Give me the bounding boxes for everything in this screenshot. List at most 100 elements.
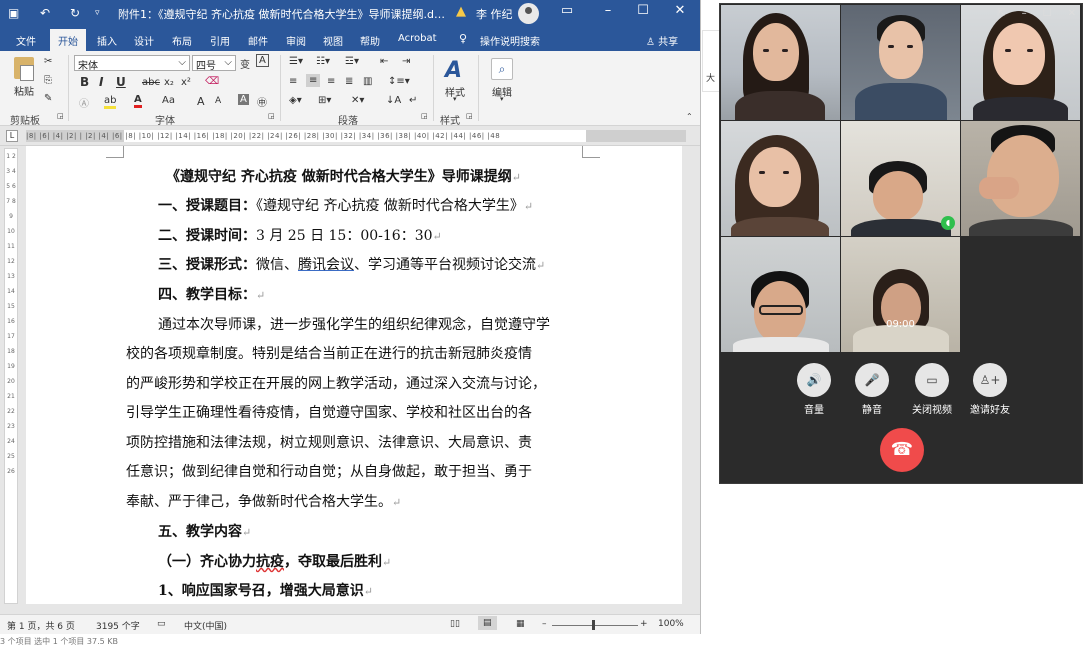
tab-design[interactable]: 设计 [134, 33, 154, 48]
doc-paragraph-line[interactable]: 校的各项规章制度。特别是结合当前正在进行的抗击新冠肺炎疫情 [126, 343, 532, 363]
font-name-select[interactable]: 宋体 ⌵ [74, 55, 190, 72]
paste-label[interactable]: 粘贴 [14, 83, 34, 98]
multilevel-list-icon[interactable]: ☲▾ [345, 56, 359, 67]
page-count[interactable]: 第 1 页，共 6 页 [7, 619, 75, 632]
redo-icon[interactable]: ↻ [70, 6, 80, 20]
sort-icon[interactable]: ↓A [386, 95, 401, 106]
participant-video[interactable] [961, 121, 1080, 236]
doc-subsection-1-1[interactable]: 1、响应国家号召，增强大局意识↵ [158, 580, 373, 600]
ribbon-display-icon[interactable]: ▭ [557, 3, 577, 18]
text-effects-icon[interactable]: Ⓐ [79, 95, 89, 110]
tab-insert[interactable]: 插入 [97, 33, 117, 48]
collapse-ribbon-icon[interactable]: ⌃ [686, 112, 693, 121]
maximize-icon[interactable]: ☐ [633, 3, 653, 18]
tab-file[interactable]: 文件 [16, 33, 36, 48]
tab-mailings[interactable]: 邮件 [248, 33, 268, 48]
warning-icon[interactable]: ▲ [456, 4, 466, 19]
underline-button[interactable]: U [116, 75, 126, 89]
doc-item-format[interactable]: 三、授课形式：微信、腾讯会议、学习通等平台视频讨论交流↵ [158, 254, 545, 274]
bullets-icon[interactable]: ☰▾ [289, 56, 303, 67]
chevron-down-icon[interactable]: ▾ [500, 95, 504, 103]
zoom-in-button[interactable]: + [640, 619, 648, 629]
align-left-icon[interactable]: ≡ [289, 76, 297, 87]
undo-icon[interactable]: ↶ [40, 6, 50, 20]
doc-title[interactable]: 《遵规守纪 齐心抗疫 做新时代合格大学生》导师课提纲↵ [166, 166, 521, 186]
font-launcher-icon[interactable]: ◲ [268, 112, 275, 120]
zoom-slider[interactable] [552, 625, 638, 626]
customize-toolbar-icon[interactable]: ▿ [95, 8, 100, 18]
numbering-icon[interactable]: ☷▾ [316, 56, 330, 67]
print-layout-icon[interactable]: ▤ [478, 616, 497, 630]
styles-icon[interactable]: A [445, 58, 462, 83]
avatar[interactable] [518, 3, 539, 24]
participant-video[interactable]: 09:00 [841, 237, 960, 352]
line-spacing-icon[interactable]: ↕≡▾ [388, 76, 410, 87]
hang-up-button[interactable]: ☎ [880, 428, 924, 472]
doc-paragraph-line[interactable]: 项防控措施和法律法规，树立规则意识、法律意识、大局意识、责 [126, 432, 532, 452]
tab-stop-selector[interactable]: L [6, 130, 18, 142]
participant-video[interactable] [721, 121, 840, 236]
participant-video[interactable] [841, 5, 960, 120]
pin-icon[interactable]: ⇱ [997, 8, 1005, 19]
tell-me-search[interactable]: 操作说明搜索 [480, 33, 540, 48]
tab-review[interactable]: 审阅 [286, 33, 306, 48]
clear-formatting-icon[interactable]: ⌫ [205, 76, 219, 87]
character-shading-icon[interactable]: A [238, 94, 249, 105]
character-border-button[interactable]: A [256, 54, 269, 67]
clipboard-launcher-icon[interactable]: ◲ [57, 112, 64, 120]
minimize-icon[interactable]: – [1022, 8, 1027, 19]
shading-icon[interactable]: ◈▾ [289, 95, 302, 106]
document-area[interactable]: 《遵规守纪 齐心抗疫 做新时代合格大学生》导师课提纲↵ 一、授课题目：《遵规守纪… [22, 146, 700, 604]
tab-home[interactable]: 开始 [50, 29, 86, 51]
font-color-icon[interactable]: A [134, 94, 142, 108]
enclosed-character-icon[interactable]: ㊥ [257, 94, 267, 109]
shrink-font-button[interactable]: A [215, 96, 221, 106]
doc-paragraph-line[interactable]: 引导学生正确理性看待疫情，自觉遵守国家、学校和社区出台的各 [126, 402, 532, 422]
lightbulb-icon[interactable]: ♀ [459, 32, 467, 45]
word-count[interactable]: 3195 个字 [96, 619, 140, 632]
doc-item-topic[interactable]: 一、授课题目：《遵规守纪 齐心抗疫 做新时代合格大学生》↵ [158, 195, 533, 215]
participant-video[interactable] [721, 5, 840, 120]
format-painter-icon[interactable]: ✎ [44, 93, 52, 104]
distributed-icon[interactable]: ▥ [363, 76, 372, 87]
tab-references[interactable]: 引用 [210, 33, 230, 48]
styles-launcher-icon[interactable]: ◲ [466, 112, 473, 120]
superscript-button[interactable]: x² [181, 77, 191, 88]
cut-icon[interactable]: ✂ [44, 56, 52, 67]
font-size-select[interactable]: 四号 ⌵ [192, 55, 236, 72]
participant-video[interactable] [721, 237, 840, 352]
increase-indent-icon[interactable]: ⇥ [402, 56, 410, 67]
borders-icon[interactable]: ⊞▾ [318, 95, 331, 106]
tab-help[interactable]: 帮助 [360, 33, 380, 48]
speaker-icon[interactable]: 🔊 [797, 363, 831, 397]
highlight-icon[interactable]: ab [104, 95, 117, 109]
participant-video[interactable] [961, 5, 1080, 120]
minimize-icon[interactable]: – [598, 3, 618, 18]
save-icon[interactable]: ▣ [8, 6, 19, 20]
doc-paragraph-line[interactable]: 的严峻形势和学校正在开展的网上教学活动，通过深入交流与讨论， [126, 373, 546, 393]
add-friend-icon[interactable]: ♙+ [973, 363, 1007, 397]
tab-view[interactable]: 视图 [323, 33, 343, 48]
change-case-button[interactable]: Aa [162, 95, 175, 106]
doc-item-goals[interactable]: 四、教学目标：↵ [158, 284, 265, 304]
justify-icon[interactable]: ≣ [345, 76, 353, 87]
chinese-layout-icon[interactable]: ✕▾ [351, 95, 364, 106]
search-icon[interactable]: ⌕ [491, 58, 513, 80]
camera-icon[interactable]: ▭ [915, 363, 949, 397]
copy-icon[interactable]: ⎘ [44, 75, 52, 86]
zoom-level[interactable]: 100% [658, 619, 684, 629]
ruler-scale[interactable]: |8| |6| |4| |2| | |2| |4| |6| |8| |10| |… [26, 130, 686, 142]
doc-section-5[interactable]: 五、教学内容↵ [158, 521, 251, 541]
maximize-icon[interactable]: ☐ [1043, 8, 1052, 19]
share-button[interactable]: ♙ 共享 [646, 33, 678, 48]
doc-subsection-1[interactable]: （一）齐心协力抗疫，夺取最后胜利↵ [158, 551, 391, 571]
italic-button[interactable]: I [99, 75, 103, 89]
tab-layout[interactable]: 布局 [172, 33, 192, 48]
user-name[interactable]: 李 作纪 [476, 6, 513, 22]
chevron-down-icon[interactable]: ▾ [453, 95, 457, 103]
read-mode-icon[interactable]: ▯▯ [450, 619, 460, 629]
strikethrough-button[interactable]: abc [142, 77, 160, 88]
paste-icon[interactable] [14, 57, 34, 81]
proofing-icon[interactable]: ▭ [157, 619, 166, 629]
web-layout-icon[interactable]: ▦ [516, 619, 525, 629]
